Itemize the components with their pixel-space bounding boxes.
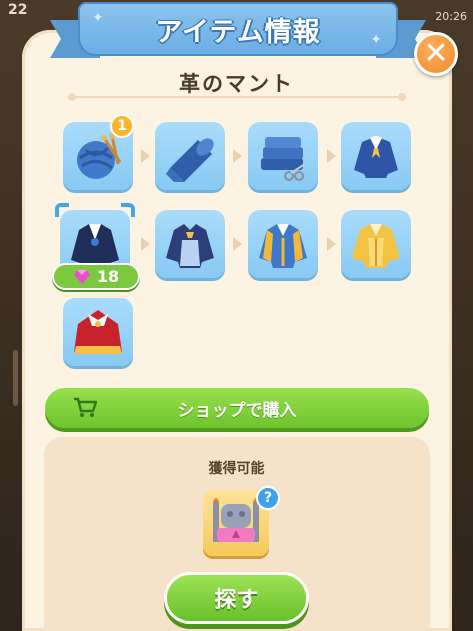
chain-arrow-icon: [141, 237, 150, 251]
red-royal-cape-icon: [74, 310, 122, 354]
chain-arrow-icon: [141, 149, 150, 163]
close-icon: ✕: [423, 36, 449, 71]
sparkle-icon: ✦: [92, 10, 104, 26]
chain-item-3[interactable]: [248, 122, 318, 190]
chain-arrow-icon: [233, 237, 242, 251]
search-button-label: 探す: [214, 588, 259, 613]
chain-item-4[interactable]: [341, 122, 411, 190]
help-badge[interactable]: ?: [256, 486, 280, 510]
sparkle-icon: ✦: [370, 32, 382, 48]
chain-item-6[interactable]: [155, 210, 225, 278]
frilled-jacket-icon: [166, 224, 214, 268]
folded-cloth-scissors-icon: [261, 137, 306, 181]
fabric-roll-icon: [166, 138, 214, 182]
hud-counter-left: 22: [8, 2, 28, 18]
gem-cost: 18: [96, 267, 120, 286]
search-button[interactable]: 探す: [164, 572, 309, 624]
title-divider: [68, 93, 406, 101]
blue-gold-coat-icon: [259, 224, 307, 268]
chain-item-8[interactable]: [341, 210, 411, 278]
shop-purchase-button[interactable]: ショップで購入: [45, 388, 429, 428]
background-scrollbar: [13, 350, 18, 406]
chain-arrow-icon: [327, 237, 336, 251]
chain-arrow-icon: [233, 149, 242, 163]
dialog-title: アイテム情報: [155, 16, 321, 48]
title-ribbon: ✦ ✦ アイテム情報: [50, 2, 426, 62]
chain-item-9[interactable]: [63, 298, 133, 366]
shop-purchase-label: ショップで購入: [177, 400, 297, 421]
ribbon-body: ✦ ✦ アイテム情報: [78, 2, 398, 56]
chain-item-2[interactable]: [155, 122, 225, 190]
acquire-label: 獲得可能: [208, 461, 265, 477]
new-badge: 1: [110, 114, 134, 138]
golden-coat-icon: [352, 224, 400, 268]
chain-arrow-icon: [327, 149, 336, 163]
hud-counter-right: 20:26: [435, 10, 467, 23]
cart-icon: [74, 397, 97, 417]
blue-uniform-icon: [354, 136, 398, 178]
gem-icon: [73, 269, 90, 284]
gem-cost-pill: 18: [52, 263, 140, 290]
chain-item-7[interactable]: [248, 210, 318, 278]
